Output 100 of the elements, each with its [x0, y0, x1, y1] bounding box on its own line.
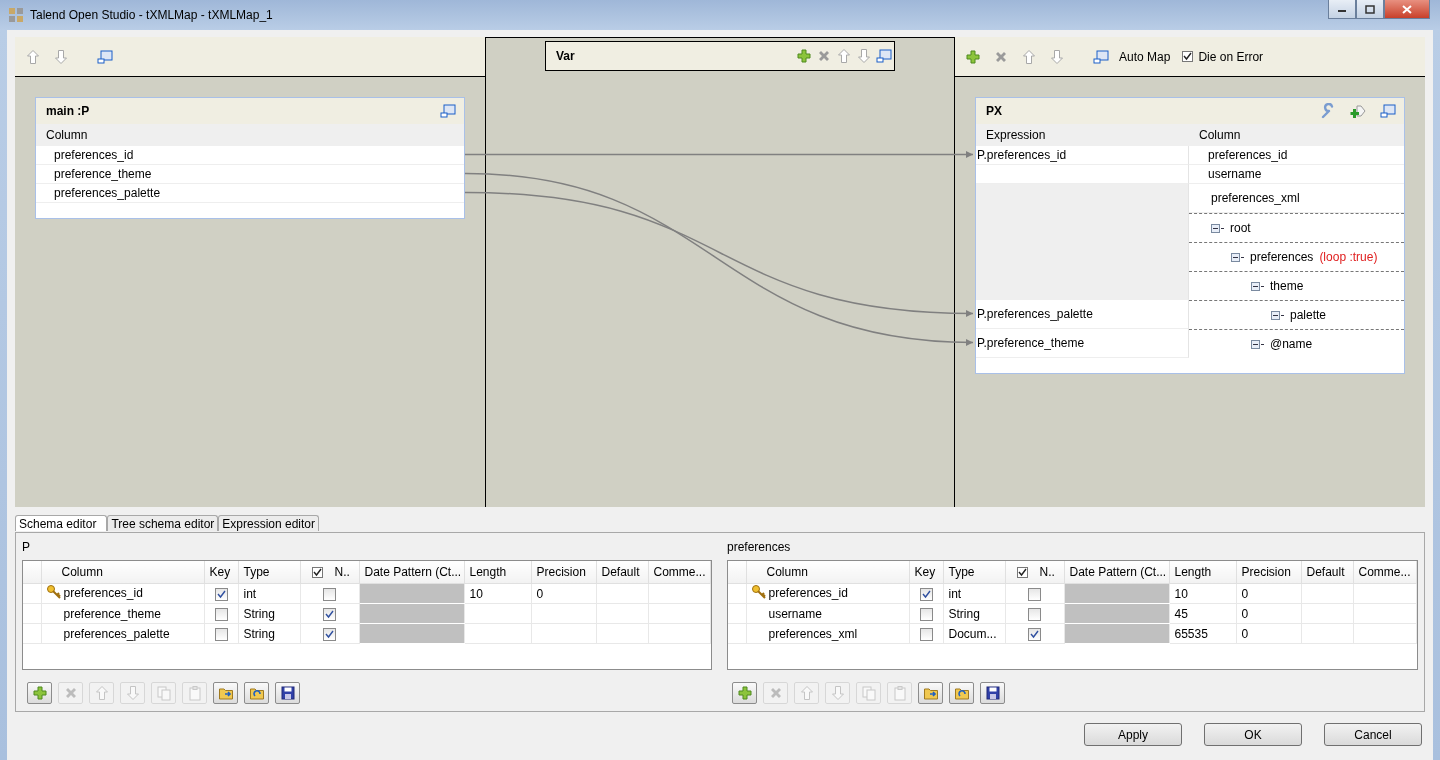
empty-expression-cell[interactable]	[976, 271, 1189, 300]
arrow-down-icon	[829, 685, 846, 701]
loop-note: (loop :true)	[1319, 250, 1378, 264]
tree-node-label[interactable]: @name	[1270, 337, 1313, 351]
column-header: Column	[36, 124, 464, 146]
expression-text[interactable]: P.preferences_palette	[977, 307, 1093, 321]
input-column-row[interactable]: preferences_palette	[36, 184, 464, 203]
checkbox[interactable]	[214, 587, 228, 601]
plus-icon[interactable]	[965, 48, 981, 65]
import-button[interactable]	[918, 682, 943, 704]
checkbox[interactable]	[1182, 51, 1194, 62]
checkbox[interactable]	[919, 587, 933, 601]
minimize-button[interactable]	[1328, 0, 1356, 19]
checkbox[interactable]	[323, 587, 336, 601]
checkbox[interactable]	[1028, 627, 1041, 641]
tab[interactable]: Schema editor	[15, 515, 108, 531]
empty-expression-cell[interactable]	[976, 184, 1189, 213]
dialog-button[interactable]: Cancel	[1324, 723, 1422, 746]
save-button[interactable]	[980, 682, 1005, 704]
close-button[interactable]	[1384, 0, 1430, 19]
checkbox[interactable]	[214, 607, 228, 621]
tab[interactable]: Tree schema editor	[107, 515, 219, 531]
column-header: Key	[914, 565, 936, 579]
save-button[interactable]	[275, 682, 300, 704]
auto-map-button[interactable]: Auto Map	[1119, 49, 1171, 64]
plus-icon	[31, 685, 48, 701]
add-output-icon[interactable]	[1350, 103, 1366, 119]
save-icon	[984, 685, 1001, 701]
table-cell: 10	[469, 586, 483, 601]
collapse-icon[interactable]	[1211, 223, 1225, 233]
checkbox[interactable]	[919, 627, 933, 641]
checkbox-label: Die on Error	[1198, 49, 1264, 64]
maximize-button[interactable]	[1356, 0, 1384, 19]
minimize-panel-icon[interactable]	[97, 48, 113, 65]
dialog-button[interactable]: Apply	[1084, 723, 1182, 746]
checkbox[interactable]	[919, 607, 933, 621]
column-header: Type	[948, 565, 975, 579]
folder-icon	[217, 685, 234, 701]
tree-node-label[interactable]: username	[1208, 167, 1262, 181]
collapse-icon[interactable]	[1271, 310, 1285, 320]
add-button[interactable]	[27, 682, 52, 704]
tree-node-label[interactable]: theme	[1270, 279, 1304, 293]
wrench-icon[interactable]	[1320, 103, 1336, 119]
column-header: N..	[1039, 565, 1055, 579]
column-header: Precision	[536, 565, 586, 579]
arrow-up-icon[interactable]	[25, 48, 41, 65]
tree-node-label[interactable]: root	[1230, 221, 1251, 235]
add-button[interactable]	[732, 682, 757, 704]
export-button[interactable]	[244, 682, 269, 704]
tree-node-label[interactable]: preferences_xml	[1211, 191, 1300, 205]
checkbox[interactable]	[1028, 607, 1041, 621]
table-cell: int	[243, 586, 257, 601]
checkbox[interactable]	[311, 566, 323, 578]
tab[interactable]: Expression editor	[218, 515, 320, 531]
checkbox[interactable]	[1016, 566, 1028, 578]
copy-icon	[155, 685, 172, 701]
column-header: Default	[1306, 565, 1345, 579]
input-column-row[interactable]: preference_theme	[36, 165, 464, 184]
expression-text[interactable]: P.preferences_id	[977, 148, 1067, 162]
window-title: Talend Open Studio - tXMLMap - tXMLMap_1	[30, 8, 273, 22]
column-header: Column	[1198, 128, 1241, 142]
table-cell: preferences_xml	[768, 626, 858, 641]
minimize-panel-icon[interactable]	[1093, 48, 1109, 65]
checkbox[interactable]	[323, 607, 336, 621]
copy-icon	[860, 685, 877, 701]
arrow-up-icon[interactable]	[1021, 48, 1037, 65]
arrow-down-icon[interactable]	[856, 48, 872, 64]
checkbox[interactable]	[1028, 587, 1041, 601]
collapse-icon[interactable]	[1231, 252, 1245, 262]
minimize-panel-icon[interactable]	[1380, 103, 1396, 119]
collapse-icon[interactable]	[1251, 281, 1265, 291]
column-header: Expression	[985, 128, 1047, 142]
expression-text[interactable]: P.preference_theme	[977, 336, 1085, 350]
schema-title: preferences	[727, 539, 792, 555]
table-cell: String	[243, 606, 275, 621]
table-title: PX	[986, 104, 1002, 118]
app-icon	[8, 7, 24, 23]
arrow-down-icon[interactable]	[1049, 48, 1065, 65]
die-on-error-checkbox[interactable]: Die on Error	[1182, 49, 1264, 64]
column-header: Type	[243, 565, 270, 579]
checkbox[interactable]	[323, 627, 336, 641]
export-button[interactable]	[949, 682, 974, 704]
tree-node-label[interactable]: preferences	[1250, 250, 1314, 264]
collapse-icon[interactable]	[1251, 339, 1265, 349]
input-column-row[interactable]: preferences_id	[36, 146, 464, 165]
arrow-down-icon[interactable]	[53, 48, 69, 65]
column-header: Comme...	[653, 565, 706, 579]
checkbox[interactable]	[214, 627, 228, 641]
import-button[interactable]	[213, 682, 238, 704]
minimize-panel-icon[interactable]	[440, 103, 456, 119]
dialog-button[interactable]: OK	[1204, 723, 1302, 746]
plus-icon[interactable]	[796, 48, 812, 64]
close-icon	[1402, 4, 1412, 14]
tree-node-label[interactable]: preferences_id	[1208, 148, 1288, 162]
column-header: Length	[1174, 565, 1212, 579]
arrow-up-icon	[798, 685, 815, 701]
minimize-panel-icon[interactable]	[876, 48, 892, 64]
tree-node-label[interactable]: palette	[1290, 308, 1327, 322]
arrow-up-icon[interactable]	[836, 48, 852, 64]
table-cell: 65535	[1174, 626, 1208, 641]
